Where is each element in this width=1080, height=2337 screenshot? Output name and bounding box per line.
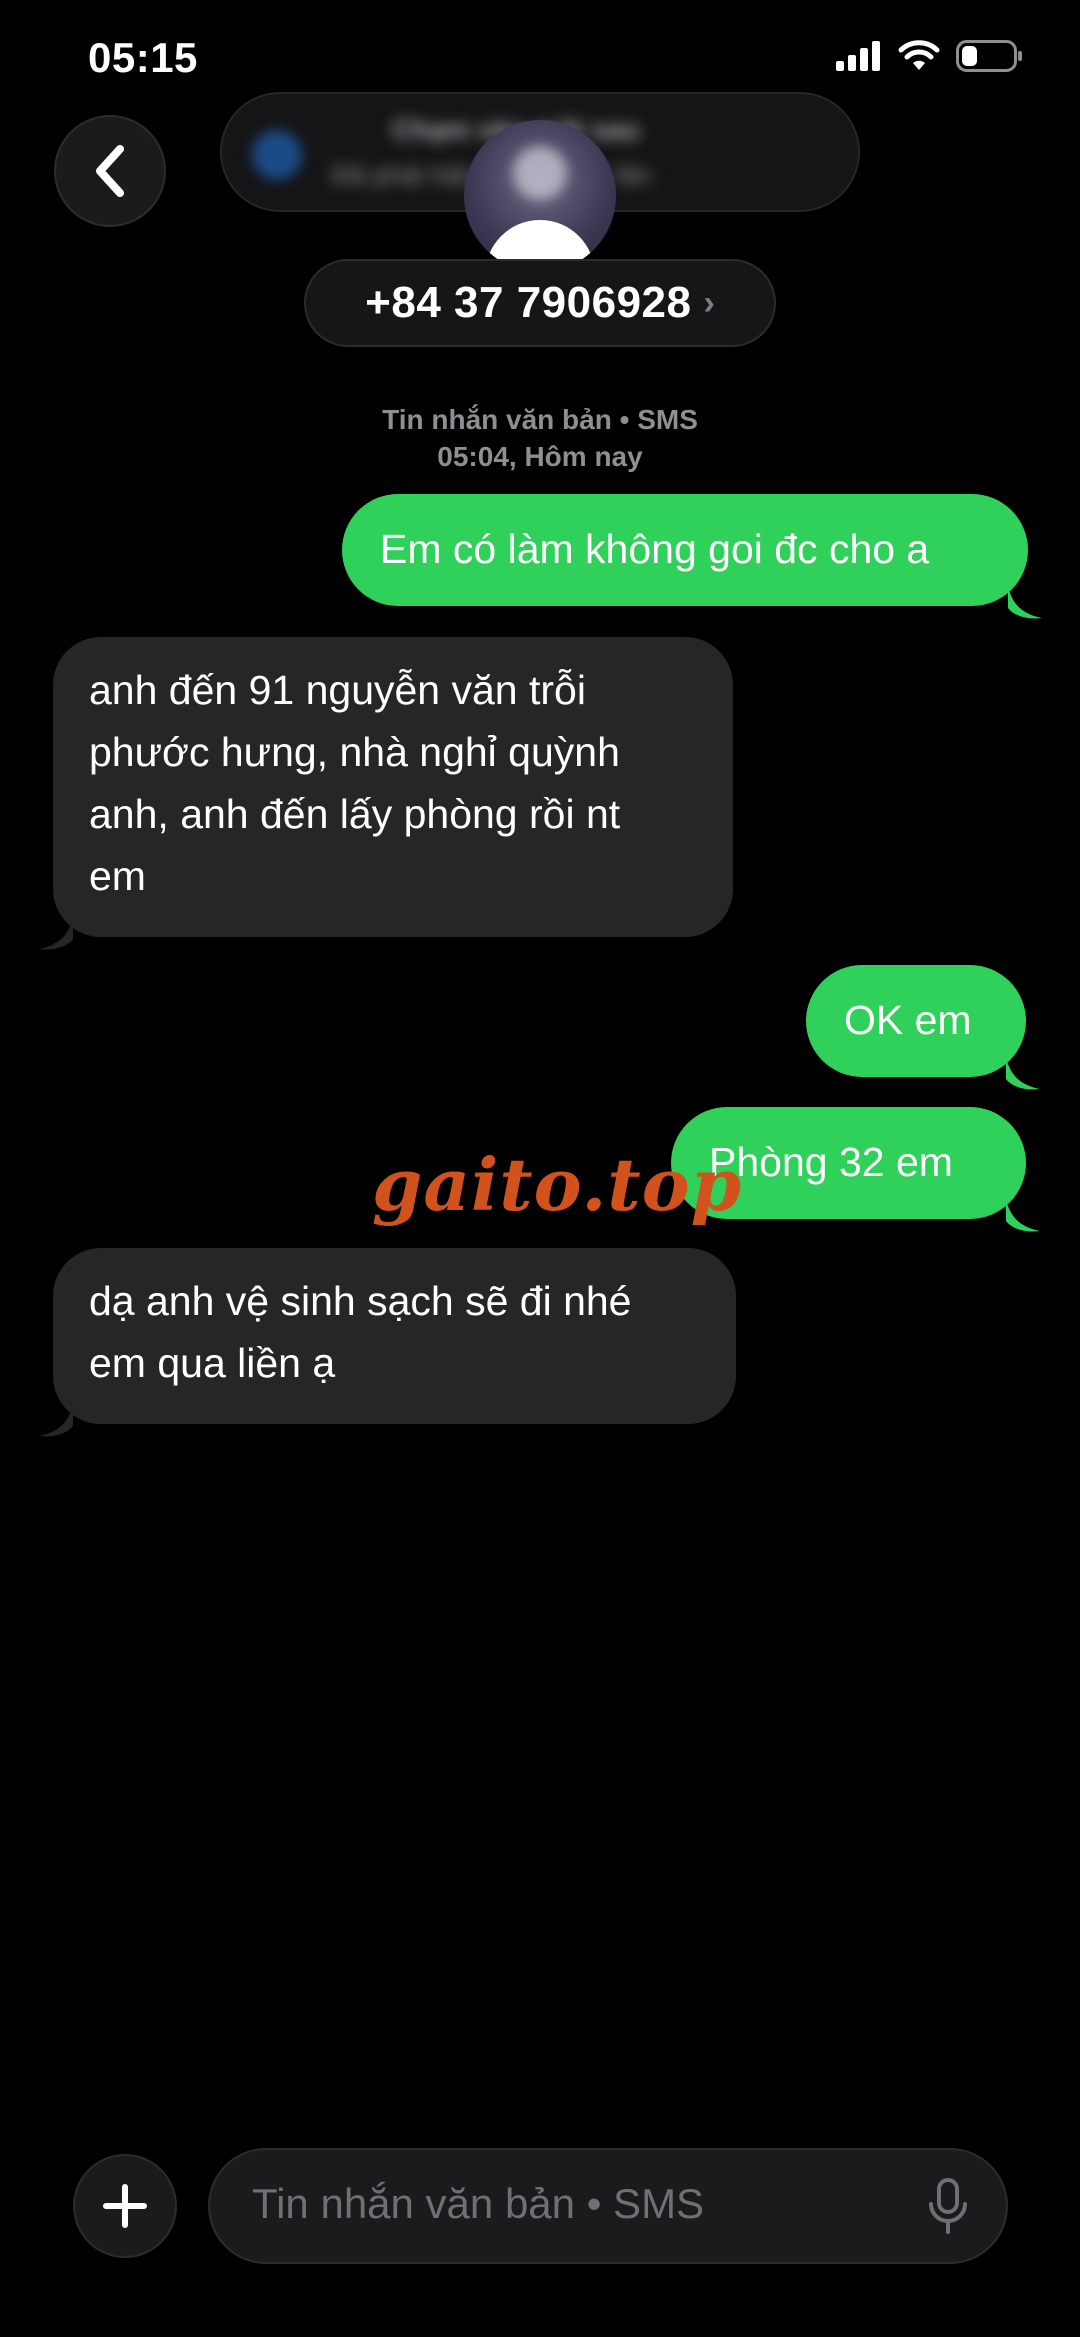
bubble-tail	[39, 917, 73, 950]
message-bubble-received[interactable]: anh đến 91 nguyễn văn trỗi phước hưng, n…	[39, 637, 733, 950]
banner-app-icon	[252, 130, 302, 180]
message-text: anh đến 91 nguyễn văn trỗi	[89, 667, 586, 713]
message-bubble-sent[interactable]: Em có làm không goi đc cho a	[342, 494, 1042, 619]
back-chevron-icon	[96, 145, 124, 197]
status-time: 05:15	[88, 34, 198, 81]
message-text: OK em	[844, 997, 972, 1043]
contact-name-button[interactable]: +84 37 7906928 ›	[304, 259, 776, 347]
status-icons	[836, 40, 1024, 72]
signal-icon	[836, 41, 880, 71]
message-input-placeholder: Tin nhắn văn bản • SMS	[252, 2180, 705, 2227]
microphone-icon[interactable]	[928, 2178, 968, 2236]
wifi-icon	[898, 40, 940, 70]
watermark: gaito.top	[372, 1142, 743, 1227]
message-text: em qua liền ạ	[89, 1340, 336, 1386]
message-timestamp: 05:04, Hôm nay	[437, 441, 643, 472]
plus-icon	[103, 2184, 147, 2228]
chevron-right-icon: ›	[703, 283, 715, 322]
add-attachment-button[interactable]	[73, 2154, 177, 2258]
message-text: anh, anh đến lấy phòng rồi nt	[89, 791, 621, 837]
message-bubble-received[interactable]: dạ anh vệ sinh sạch sẽ đi nhé em qua liề…	[39, 1248, 736, 1437]
message-text: Em có làm không goi đc cho a	[380, 526, 930, 572]
bubble-tail	[1006, 1199, 1040, 1232]
message-text: em	[89, 853, 146, 899]
bubble-tail	[1006, 1057, 1040, 1090]
contact-name: +84 37 7906928	[365, 278, 692, 327]
contact-avatar[interactable]	[464, 120, 616, 272]
message-text: phước hưng, nhà nghỉ quỳnh	[89, 729, 620, 775]
message-text: dạ anh vệ sinh sạch sẽ đi nhé	[89, 1278, 632, 1324]
back-button[interactable]	[54, 115, 166, 227]
message-text: Phòng 32 em	[709, 1139, 953, 1185]
bubble-tail	[39, 1404, 73, 1437]
battery-icon	[956, 40, 1022, 72]
message-type-label: Tin nhắn văn bản • SMS	[382, 404, 698, 435]
bubble-tail	[1008, 586, 1042, 619]
message-input[interactable]: Tin nhắn văn bản • SMS	[208, 2148, 1008, 2264]
message-bubble-sent[interactable]: OK em	[806, 965, 1040, 1090]
